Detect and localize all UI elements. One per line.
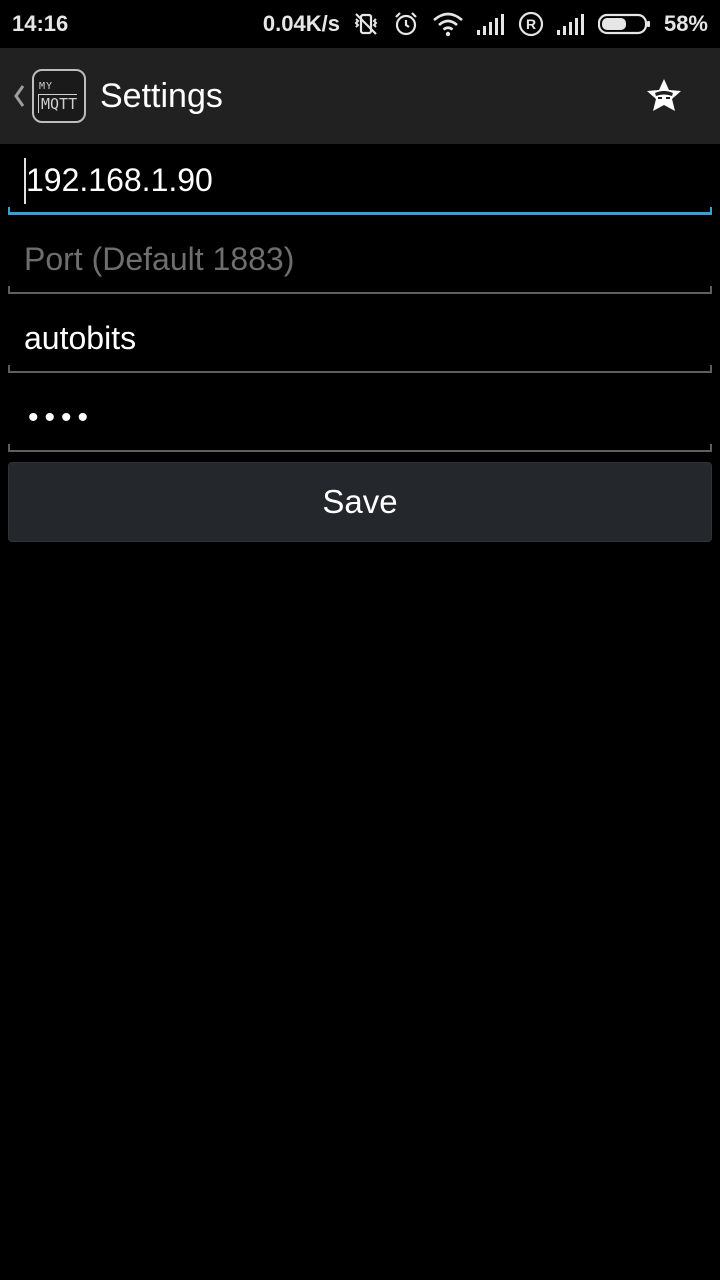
battery-percent: 58%: [663, 11, 708, 36]
app-logo-top-text: MY: [39, 81, 54, 92]
back-chevron-icon[interactable]: [6, 83, 32, 109]
page-title: Settings: [100, 76, 223, 115]
port-field-underline: [8, 286, 712, 294]
wifi-icon: [432, 11, 464, 37]
password-input[interactable]: ••••: [28, 401, 94, 435]
save-button[interactable]: Save: [8, 462, 712, 542]
host-field-underline: [8, 207, 712, 215]
signal-icon-2: [556, 12, 586, 36]
status-icons: 0.04K/s R 58%: [263, 10, 708, 38]
svg-text:R: R: [526, 16, 536, 32]
app-logo[interactable]: MY MQTT: [32, 69, 86, 123]
settings-form: 192.168.1.90 Port (Default 1883) autobit…: [8, 144, 712, 542]
vibrate-off-icon: [352, 10, 380, 38]
status-time: 14:16: [12, 11, 69, 36]
net-speed: 0.04K/s: [262, 11, 340, 36]
app-logo-bottom-text: MQTT: [38, 94, 78, 113]
password-field-underline: [8, 444, 712, 452]
password-field[interactable]: ••••: [8, 381, 712, 460]
status-bar: 14:16 0.04K/s R 58%: [0, 0, 720, 48]
port-field[interactable]: Port (Default 1883): [8, 223, 712, 302]
action-bar: MY MQTT Settings: [0, 48, 720, 144]
username-input[interactable]: autobits: [24, 320, 136, 357]
battery-icon: [597, 12, 652, 36]
username-field-underline: [8, 365, 712, 373]
roaming-icon: R: [518, 11, 544, 37]
star-badge-icon[interactable]: [642, 74, 686, 118]
username-field[interactable]: autobits: [8, 302, 712, 381]
port-input-placeholder[interactable]: Port (Default 1883): [24, 241, 294, 278]
host-input[interactable]: 192.168.1.90: [26, 162, 213, 199]
alarm-icon: [392, 10, 420, 38]
host-field[interactable]: 192.168.1.90: [8, 144, 712, 223]
signal-icon: [476, 12, 506, 36]
